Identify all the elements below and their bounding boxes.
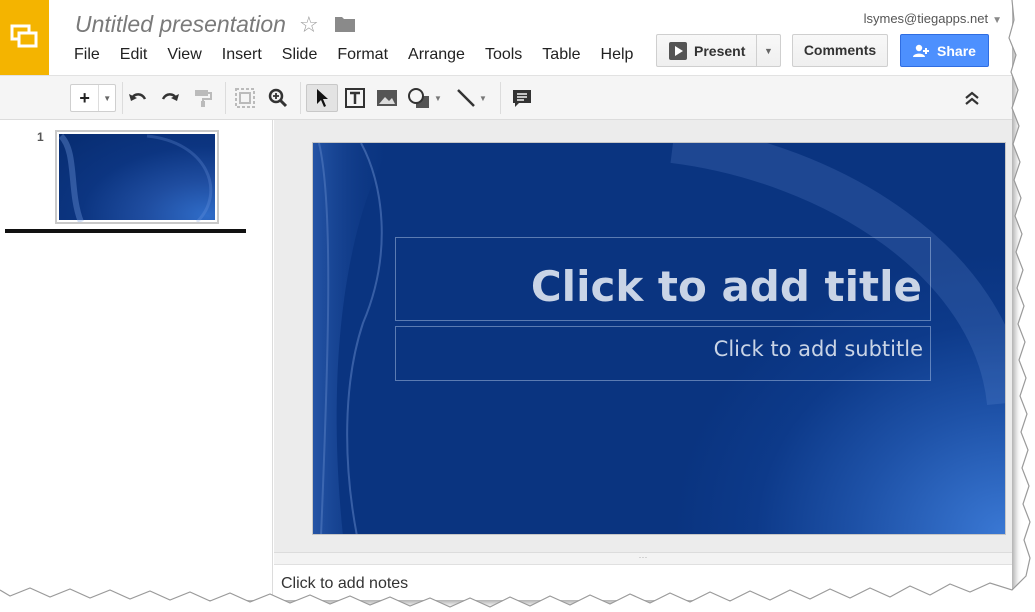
torn-edge-overlay	[0, 0, 1035, 612]
